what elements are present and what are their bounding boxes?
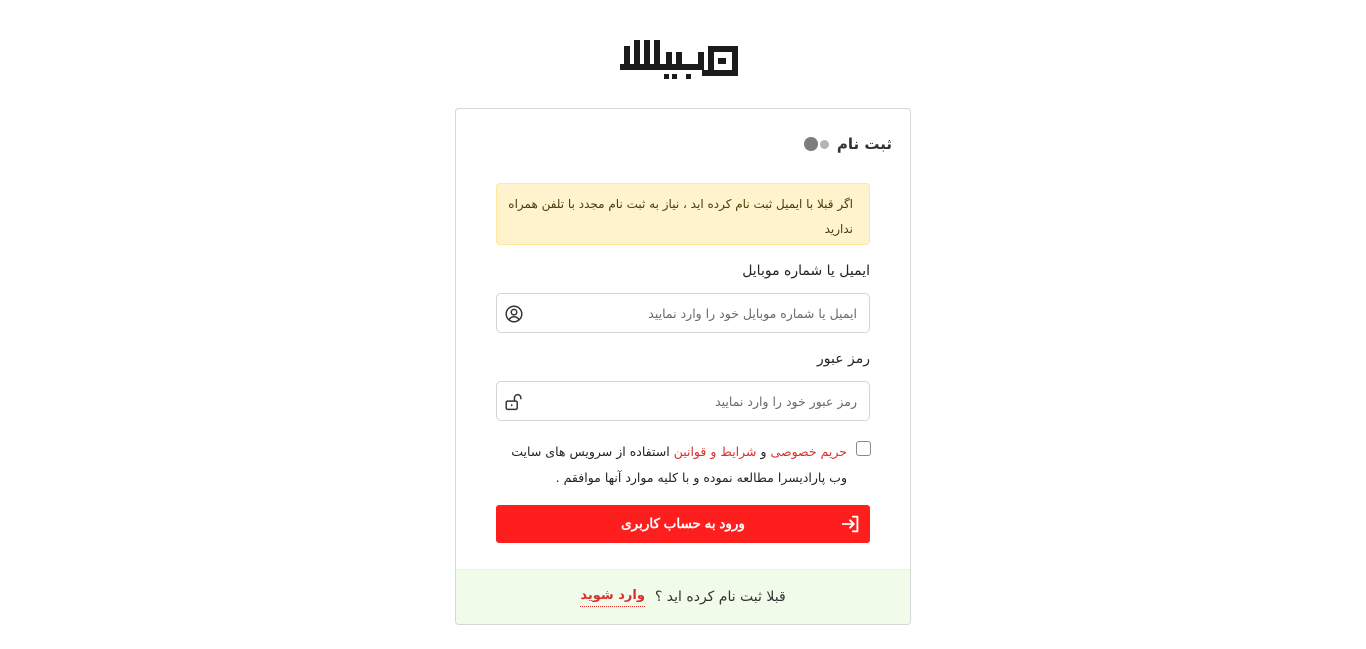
login-submit-button[interactable]: ورود به حساب کاربری	[496, 505, 870, 543]
user-circle-icon	[505, 305, 523, 323]
unlock-icon	[505, 394, 522, 411]
footer-question: قبلا ثبت نام کرده اید ؟	[654, 589, 786, 605]
terms-and: و	[760, 444, 767, 459]
dots-icon	[803, 137, 829, 151]
email-label: ایمیل یا شماره موبایل	[742, 263, 870, 279]
login-link[interactable]: وارد شوید	[580, 588, 645, 607]
register-card: ثبت نام اگر قبلا با ایمیل ثبت نام کرده ا…	[455, 108, 911, 625]
password-field-wrapper	[496, 381, 870, 421]
submit-label: ورود به حساب کاربری	[621, 516, 745, 531]
login-arrow-icon	[841, 515, 859, 533]
password-input[interactable]	[537, 382, 857, 420]
email-input[interactable]	[537, 294, 857, 332]
login-footer: قبلا ثبت نام کرده اید ؟ وارد شوید	[456, 569, 910, 624]
terms-checkbox[interactable]	[856, 441, 871, 456]
email-field-wrapper	[496, 293, 870, 333]
card-title: ثبت نام	[836, 135, 892, 153]
terms-text: حریم خصوصی و شرایط و قوانین استفاده از س…	[495, 439, 847, 491]
terms-row: حریم خصوصی و شرایط و قوانین استفاده از س…	[500, 439, 871, 487]
info-alert: اگر قبلا با ایمیل ثبت نام کرده اید ، نیا…	[496, 183, 870, 245]
site-logo	[620, 40, 738, 79]
rules-link[interactable]: شرایط و قوانین	[674, 444, 757, 459]
privacy-link[interactable]: حریم خصوصی	[771, 444, 847, 459]
password-label: رمز عبور	[816, 351, 870, 367]
card-header: ثبت نام	[803, 135, 892, 153]
